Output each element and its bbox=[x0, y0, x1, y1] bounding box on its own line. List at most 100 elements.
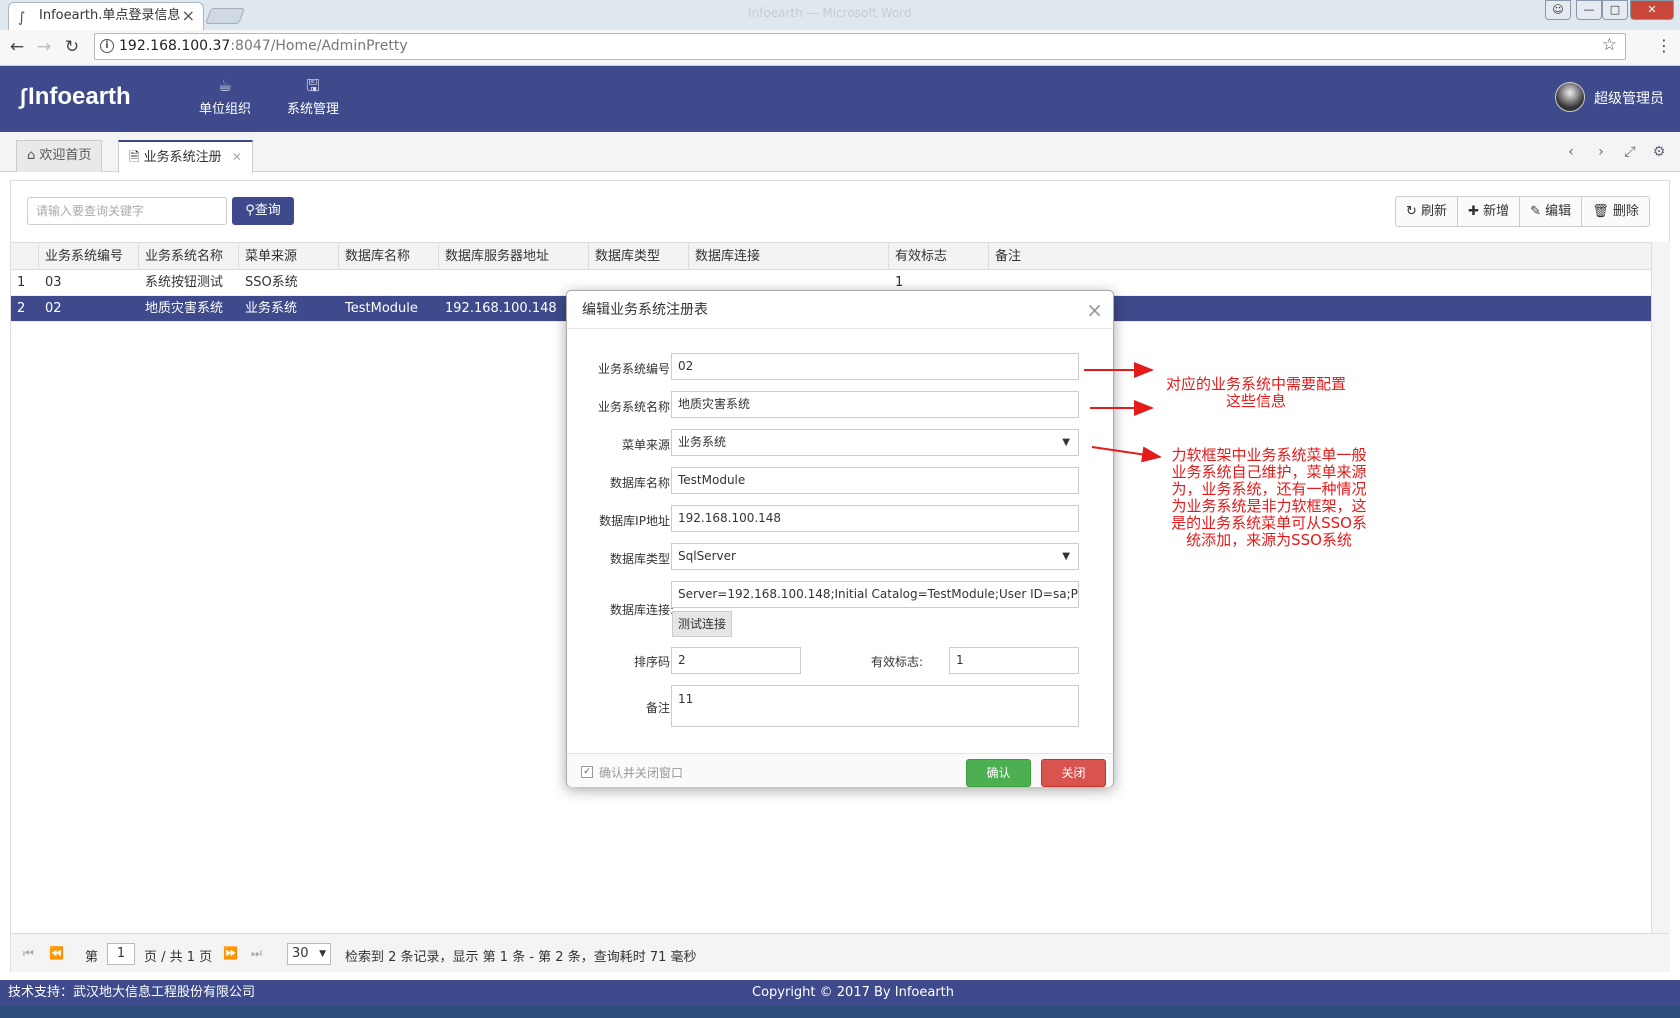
close-window-button[interactable]: ✕ bbox=[1630, 0, 1674, 20]
search-input[interactable] bbox=[27, 197, 227, 225]
url-input[interactable]: i 192.168.100.37:8047/Home/AdminPretty ☆ bbox=[94, 33, 1626, 60]
test-connection-button[interactable]: 测试连接 bbox=[672, 611, 732, 637]
edit-button[interactable]: ✎ 编辑 bbox=[1520, 197, 1583, 226]
valid-label: 有效标志: bbox=[870, 655, 923, 669]
query-button[interactable]: ⚲查询 bbox=[232, 197, 294, 225]
column-header[interactable]: 有效标志 bbox=[889, 243, 989, 269]
annotation-arrow-3 bbox=[1091, 446, 1162, 463]
trash-icon: 🗑 bbox=[1592, 204, 1609, 219]
app-header: ∫Infoearth ☕ 单位组织 🖫 系统管理 超级管理员 bbox=[0, 66, 1680, 132]
footer-support: 技术支持：武汉地大信息工程股份有限公司 bbox=[8, 985, 256, 1000]
column-header[interactable]: 数据库类型 bbox=[589, 243, 689, 269]
footer: 技术支持：武汉地大信息工程股份有限公司 Copyright © 2017 By … bbox=[0, 980, 1680, 1006]
db-type-select[interactable]: SqlServer ▼ bbox=[671, 543, 1079, 570]
page-tabs: ⌂ 欢迎首页 🗎 业务系统注册 ✕ ‹ › ⤢ ⚙ bbox=[0, 132, 1680, 173]
db-ip-label: 数据库IP地址: bbox=[599, 514, 674, 528]
address-bar-row: ← → ↻ i 192.168.100.37:8047/Home/AdminPr… bbox=[0, 30, 1680, 66]
chevron-down-icon: ▼ bbox=[1062, 551, 1070, 562]
new-tab-button[interactable] bbox=[205, 8, 245, 24]
add-button[interactable]: ✚ 新增 bbox=[1458, 197, 1521, 226]
forward-icon[interactable]: → bbox=[34, 37, 54, 57]
username[interactable]: 超级管理员 bbox=[1594, 88, 1664, 108]
nav-label: 系统管理 bbox=[286, 102, 339, 117]
app-logo[interactable]: ∫Infoearth bbox=[20, 83, 131, 111]
db-type-value: SqlServer bbox=[678, 549, 736, 563]
tab-welcome[interactable]: ⌂ 欢迎首页 bbox=[16, 140, 103, 172]
refresh-button[interactable]: ↻ 刷新 bbox=[1396, 197, 1459, 226]
confirm-close-checkbox[interactable]: ✓ bbox=[581, 766, 593, 778]
table-cell: 03 bbox=[45, 275, 62, 290]
next-page-icon[interactable]: ⏩ bbox=[223, 946, 238, 960]
table-cell: TestModule bbox=[345, 301, 418, 316]
pager-summary: 检索到 2 条记录，显示 第 1 条 - 第 2 条，查询耗时 71 毫秒 bbox=[345, 950, 697, 965]
refresh-label: 刷新 bbox=[1421, 204, 1448, 219]
logo-text: Infoearth bbox=[28, 83, 131, 110]
page-number-input[interactable]: 1 bbox=[107, 943, 135, 965]
menu-source-select[interactable]: 业务系统 ▼ bbox=[671, 429, 1079, 456]
column-header[interactable]: 菜单来源 bbox=[239, 243, 339, 269]
column-header[interactable]: 数据库服务器地址 bbox=[439, 243, 589, 269]
dialog-close-icon[interactable]: × bbox=[1086, 298, 1103, 322]
url-host: 192.168.100.37 bbox=[119, 38, 231, 54]
bookmark-star-icon[interactable]: ☆ bbox=[1602, 33, 1617, 58]
grid-header: 业务系统编号 业务系统名称 菜单来源 数据库名称 数据库服务器地址 数据库类型 … bbox=[11, 242, 1651, 270]
column-header[interactable]: 数据库名称 bbox=[339, 243, 439, 269]
browser-tab[interactable]: ∫ Infoearth.单点登录信息 × bbox=[8, 2, 204, 30]
column-header[interactable]: 备注 bbox=[989, 243, 1651, 269]
db-ip-field[interactable]: 192.168.100.148 bbox=[671, 505, 1079, 532]
chevron-left-icon[interactable]: ‹ bbox=[1562, 144, 1580, 160]
confirm-button[interactable]: 确认 bbox=[966, 759, 1031, 787]
page-total: 页 / 共 1 页 bbox=[144, 950, 213, 965]
back-icon[interactable]: ← bbox=[7, 37, 27, 57]
fullscreen-icon[interactable]: ⤢ bbox=[1621, 144, 1639, 160]
user-icon[interactable]: ☺ bbox=[1545, 0, 1571, 20]
annotation-note-1: 对应的业务系统中需要配置这些信息 bbox=[1166, 375, 1347, 410]
delete-label: 删除 bbox=[1612, 204, 1639, 219]
name-field[interactable]: 地质灾害系统 bbox=[671, 391, 1079, 418]
last-page-icon[interactable]: ⏭ bbox=[251, 946, 262, 961]
conn-field[interactable]: Server=192.168.100.148;Initial Catalog=T… bbox=[671, 581, 1079, 608]
column-header[interactable]: 数据库连接 bbox=[689, 243, 889, 269]
footer-copyright: Copyright © 2017 By Infoearth bbox=[752, 985, 954, 1000]
minimize-button[interactable]: — bbox=[1576, 0, 1602, 20]
tab-close-icon[interactable]: ✕ bbox=[232, 150, 242, 164]
browser-tab-strip: ∫ Infoearth.单点登录信息 × Infoearth — Microso… bbox=[0, 0, 1680, 30]
db-type-label: 数据库类型: bbox=[609, 552, 674, 566]
search-icon: ⚲ bbox=[245, 203, 255, 218]
nav-unit-org[interactable]: ☕ 单位组织 bbox=[190, 74, 260, 117]
nav-system-admin[interactable]: 🖫 系统管理 bbox=[278, 74, 348, 117]
add-label: 新增 bbox=[1483, 204, 1510, 219]
query-label: 查询 bbox=[254, 203, 281, 218]
page-size-value: 30 bbox=[292, 946, 309, 961]
nav-label: 单位组织 bbox=[198, 102, 251, 117]
vertical-scrollbar[interactable] bbox=[1651, 242, 1670, 972]
db-name-field[interactable]: TestModule bbox=[671, 467, 1079, 494]
dialog-title: 编辑业务系统注册表 bbox=[567, 291, 1113, 329]
reload-icon[interactable]: ↻ bbox=[62, 37, 82, 57]
column-header[interactable]: 业务系统编号 bbox=[39, 243, 139, 269]
tab-close-icon[interactable]: × bbox=[182, 3, 195, 29]
chevron-right-icon[interactable]: › bbox=[1592, 144, 1610, 160]
maximize-button[interactable]: □ bbox=[1602, 0, 1628, 20]
avatar[interactable] bbox=[1555, 82, 1585, 112]
gear-icon[interactable]: ⚙ bbox=[1650, 144, 1668, 160]
chevron-down-icon: ▼ bbox=[319, 949, 326, 959]
table-cell bbox=[339, 270, 439, 295]
page-size-select[interactable]: 30 ▼ bbox=[287, 943, 331, 965]
delete-button[interactable]: 🗑 删除 bbox=[1582, 197, 1649, 226]
tab-system-registration[interactable]: 🗎 业务系统注册 ✕ bbox=[118, 140, 253, 173]
remark-textarea[interactable]: 11 bbox=[671, 685, 1079, 727]
db-name-label: 数据库名称: bbox=[609, 476, 674, 490]
browser-menu-icon[interactable]: ⋮ bbox=[1656, 36, 1672, 55]
code-label: 业务系统编号: bbox=[597, 362, 674, 376]
column-header[interactable]: 业务系统名称 bbox=[139, 243, 239, 269]
table-cell: 02 bbox=[45, 301, 62, 316]
valid-field[interactable]: 1 bbox=[949, 647, 1079, 674]
monitor-icon: 🖫 bbox=[306, 76, 320, 95]
first-page-icon[interactable]: ⏮ bbox=[23, 946, 34, 961]
sort-field[interactable]: 2 bbox=[671, 647, 801, 674]
close-button[interactable]: 关闭 bbox=[1041, 759, 1106, 787]
info-icon[interactable]: i bbox=[100, 39, 114, 53]
prev-page-icon[interactable]: ⏪ bbox=[49, 946, 64, 960]
code-field[interactable]: 02 bbox=[671, 353, 1079, 380]
